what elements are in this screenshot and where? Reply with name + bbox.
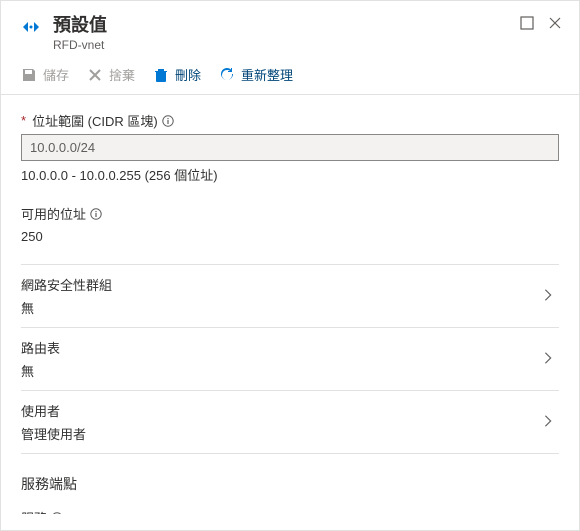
available-addresses-label: 可用的位址: [21, 204, 559, 223]
maximize-button[interactable]: [519, 15, 535, 31]
panel-content: * 位址範圍 (CIDR 區塊) 10.0.0.0 - 10.0.0.255 (…: [1, 95, 579, 514]
service-endpoints-title: 服務端點: [21, 474, 559, 494]
save-icon: [21, 67, 37, 83]
chevron-right-icon: [541, 414, 555, 431]
nav-list: 網路安全性群組 無 路由表 無 使用者 管理使用者: [21, 264, 559, 454]
nav-item-value: 管理使用者: [21, 424, 86, 443]
nav-item-users[interactable]: 使用者 管理使用者: [21, 390, 559, 453]
refresh-icon: [219, 67, 235, 83]
discard-icon: [87, 67, 103, 83]
save-label: 儲存: [43, 65, 69, 84]
refresh-label: 重新整理: [241, 65, 293, 84]
delete-icon: [153, 67, 169, 83]
delete-label: 刪除: [175, 65, 201, 84]
chevron-right-icon: [541, 288, 555, 305]
nav-item-value: 無: [21, 298, 112, 317]
panel-header: 預設值 RFD-vnet: [1, 1, 579, 61]
toolbar: 儲存 捨棄 刪除 重新整理: [1, 61, 579, 95]
info-icon[interactable]: [162, 115, 174, 127]
panel-title: 預設值: [53, 13, 519, 37]
service-label: 服務: [21, 508, 559, 514]
info-icon[interactable]: [51, 512, 63, 515]
refresh-button[interactable]: 重新整理: [219, 65, 293, 84]
panel-subtitle: RFD-vnet: [53, 37, 519, 53]
nav-item-nsg[interactable]: 網路安全性群組 無: [21, 264, 559, 327]
required-indicator: *: [21, 113, 26, 128]
chevron-right-icon: [541, 351, 555, 368]
discard-label: 捨棄: [109, 65, 135, 84]
save-button[interactable]: 儲存: [21, 65, 69, 84]
info-icon[interactable]: [90, 208, 102, 220]
nav-item-value: 無: [21, 361, 60, 380]
address-range-helper: 10.0.0.0 - 10.0.0.255 (256 個位址): [21, 165, 559, 184]
address-range-input[interactable]: [21, 134, 559, 161]
nav-item-route-table[interactable]: 路由表 無: [21, 327, 559, 390]
resource-icon: [21, 17, 41, 37]
delete-button[interactable]: 刪除: [153, 65, 201, 84]
nav-item-label: 網路安全性群組: [21, 275, 112, 294]
nav-item-label: 使用者: [21, 401, 86, 420]
discard-button[interactable]: 捨棄: [87, 65, 135, 84]
nav-item-label: 路由表: [21, 338, 60, 357]
address-range-label: * 位址範圍 (CIDR 區塊): [21, 111, 559, 130]
close-button[interactable]: [547, 15, 563, 31]
available-addresses-value: 250: [21, 229, 559, 244]
